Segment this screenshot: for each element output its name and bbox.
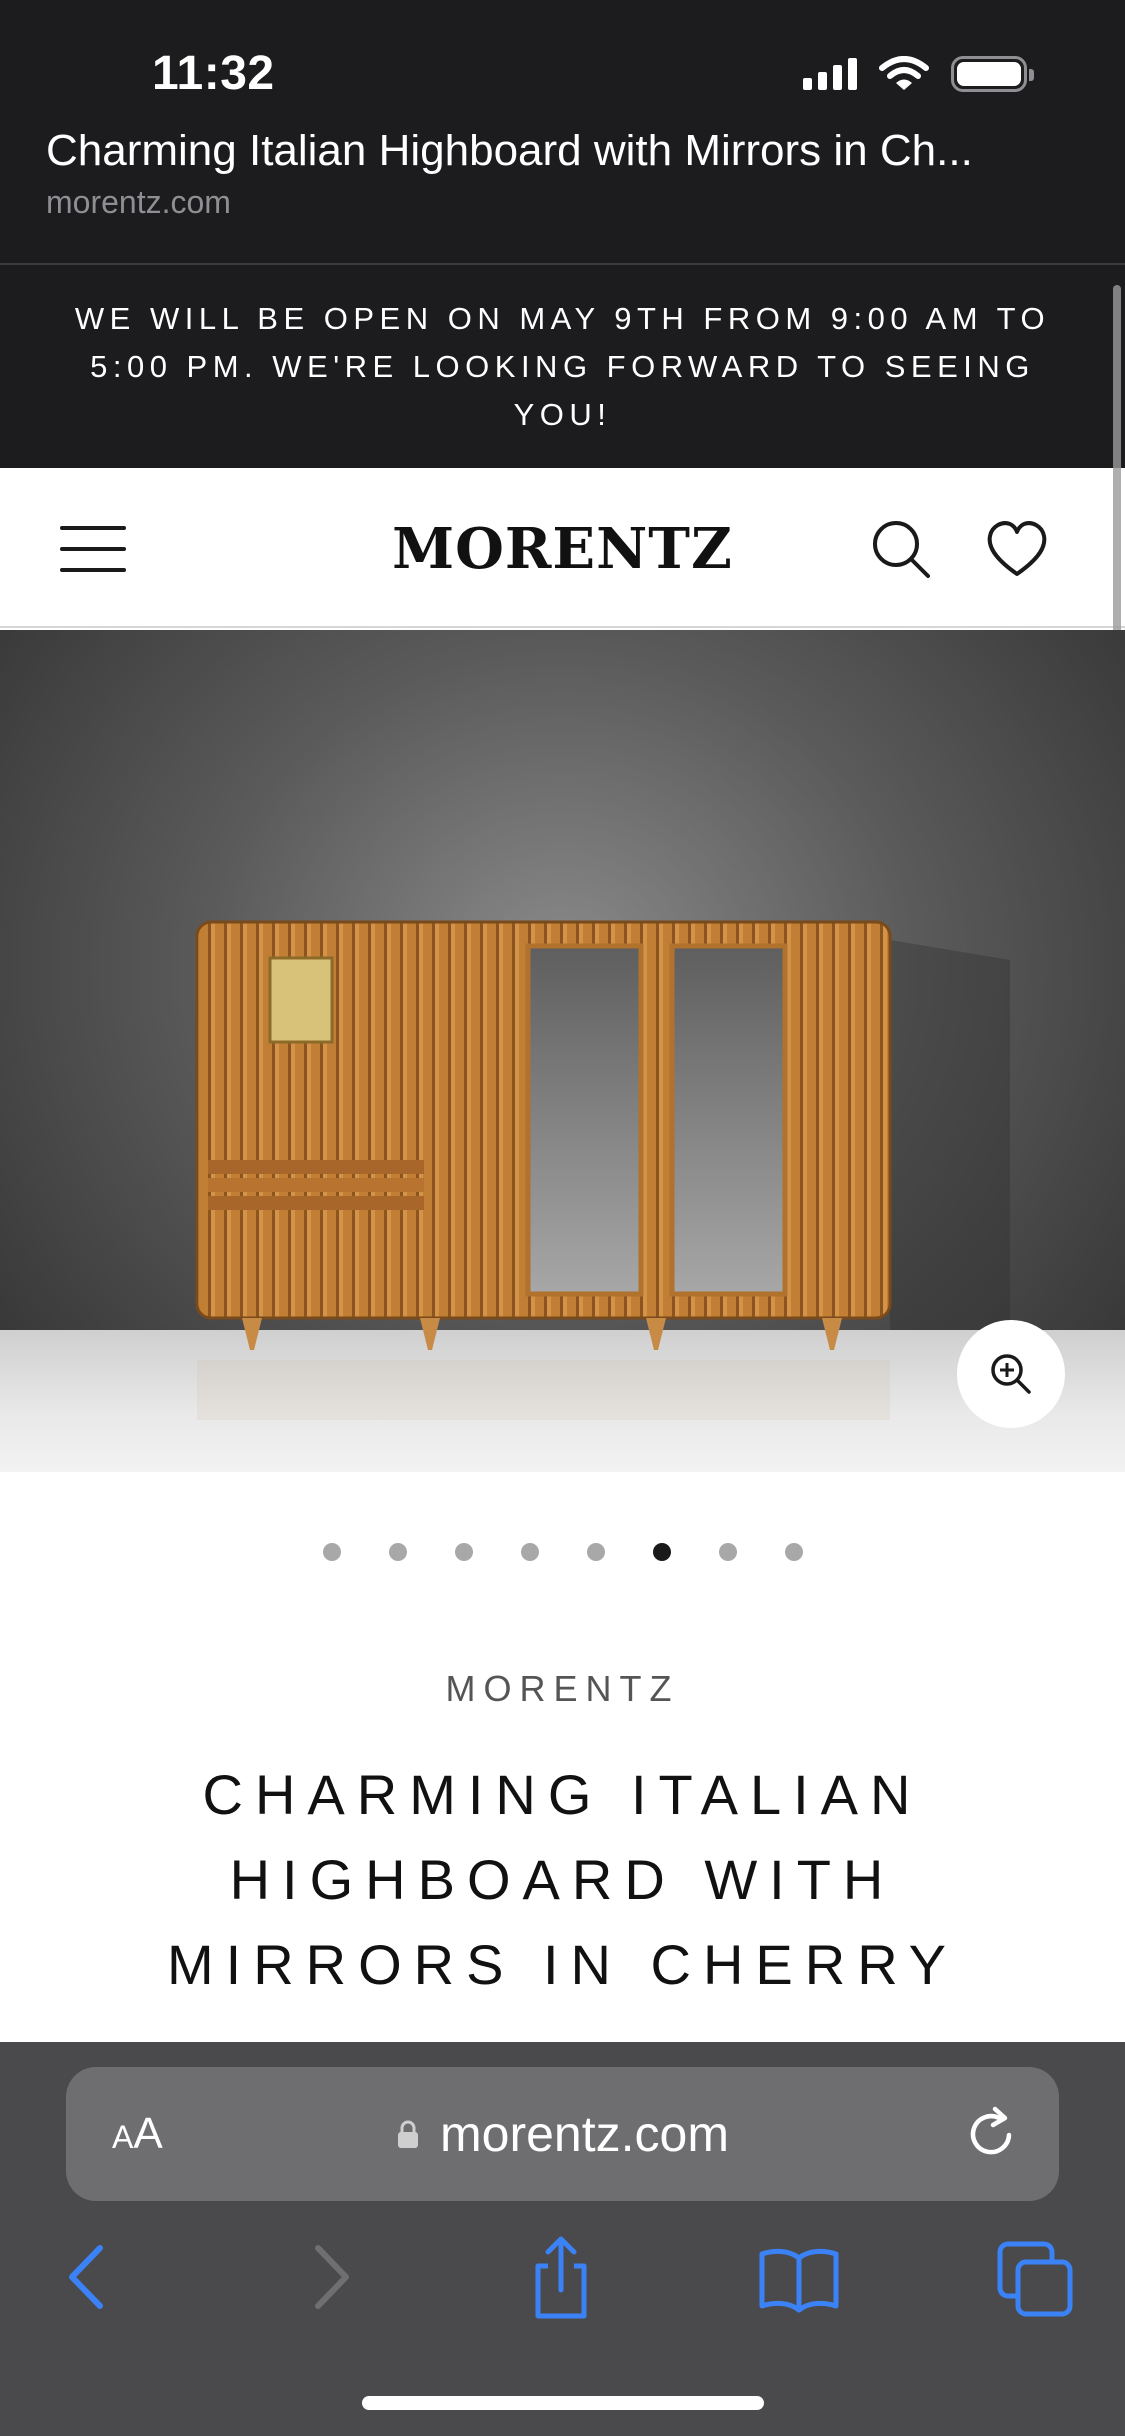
- lock-icon: [398, 2120, 419, 2148]
- back-icon[interactable]: [42, 2232, 132, 2322]
- product-image[interactable]: [0, 630, 1125, 1472]
- home-indicator[interactable]: [362, 2396, 764, 2410]
- product-brand[interactable]: MORENTZ: [0, 1668, 1125, 1710]
- address-bar[interactable]: AA morentz.com: [66, 2067, 1059, 2201]
- product-title: CHARMING ITALIAN HIGHBOARD WITH MIRRORS …: [166, 1763, 958, 1996]
- carousel-dot[interactable]: [520, 1543, 539, 1561]
- carousel-dot[interactable]: [784, 1543, 803, 1561]
- browser-top-bar: 11:32 Charming Italian Highboard with Mi…: [0, 0, 1125, 265]
- announcement-banner: WE WILL BE OPEN ON MAY 9TH FROM 9:00 AM …: [0, 265, 1125, 468]
- banner-text: WE WILL BE OPEN ON MAY 9TH FROM 9:00 AM …: [74, 300, 1051, 432]
- site-logo[interactable]: MORENTZ: [0, 516, 1125, 582]
- status-icons: [803, 56, 1034, 92]
- url-label: morentz.com: [440, 2106, 729, 2162]
- carousel-dot[interactable]: [388, 1543, 407, 1561]
- hamburger-menu-icon[interactable]: [60, 526, 126, 572]
- url-text[interactable]: morentz.com: [66, 2105, 1059, 2163]
- carousel-dots: [0, 1543, 1125, 1561]
- share-icon[interactable]: [516, 2232, 606, 2322]
- battery-icon: [951, 56, 1034, 92]
- carousel-dot[interactable]: [652, 1543, 671, 1561]
- reload-icon[interactable]: [959, 2101, 1023, 2165]
- safari-toolbar: AA morentz.com: [0, 2042, 1125, 2436]
- tabs-icon[interactable]: [992, 2232, 1082, 2322]
- wifi-icon: [879, 56, 929, 90]
- search-icon[interactable]: [868, 516, 934, 582]
- bookmarks-icon[interactable]: [754, 2232, 844, 2322]
- carousel-dot[interactable]: [718, 1543, 737, 1561]
- zoom-button[interactable]: [957, 1320, 1065, 1428]
- heart-icon[interactable]: [984, 516, 1050, 582]
- page-domain[interactable]: morentz.com: [46, 184, 231, 221]
- page-title[interactable]: Charming Italian Highboard with Mirrors …: [46, 134, 1086, 174]
- forward-icon[interactable]: [286, 2232, 376, 2322]
- status-time: 11:32: [152, 47, 275, 100]
- highboard-image: [195, 920, 1010, 1420]
- site-header: MORENTZ: [0, 468, 1125, 628]
- carousel-dot[interactable]: [322, 1543, 341, 1561]
- carousel-dot[interactable]: [454, 1543, 473, 1561]
- zoom-in-icon: [991, 1354, 1031, 1394]
- carousel-dot[interactable]: [586, 1543, 605, 1561]
- cellular-signal-icon: [803, 58, 857, 90]
- safari-nav-buttons: [0, 2232, 1125, 2352]
